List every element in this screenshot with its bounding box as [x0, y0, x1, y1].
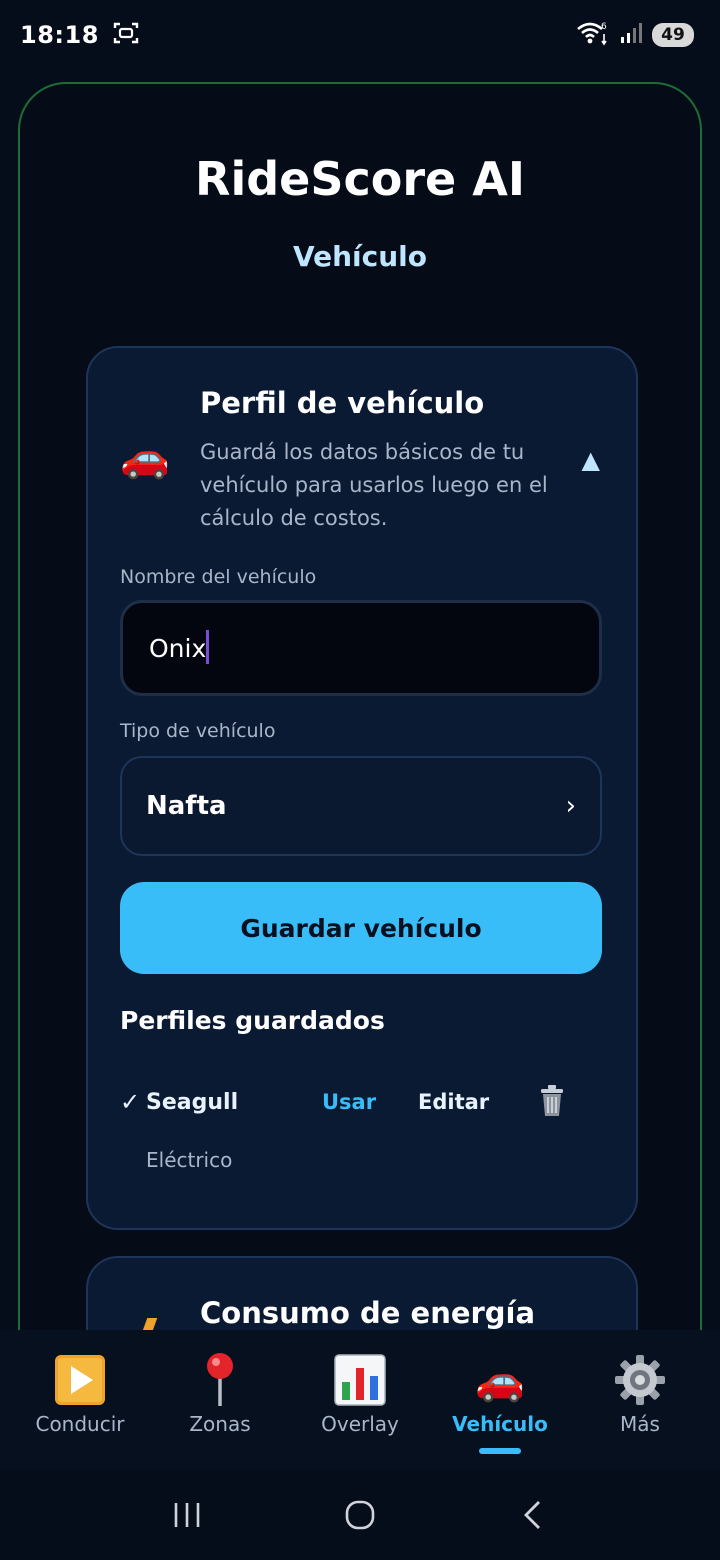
vehicle-name-input[interactable]	[120, 600, 602, 696]
active-tab-indicator	[479, 1448, 521, 1454]
nav-item-overlay[interactable]: Overlay	[290, 1352, 430, 1436]
status-bar: 18:18 6 49	[0, 0, 720, 70]
card-description: Guardá los datos básicos de tu vehículo …	[200, 440, 548, 530]
collapse-arrow-icon[interactable]: ▲	[582, 446, 600, 474]
chart-icon	[334, 1352, 386, 1408]
vehicle-card-header[interactable]: 🚗 Perfil de vehículo Guardá los datos bá…	[88, 348, 636, 548]
vehicle-name-label: Nombre del vehículo	[120, 566, 317, 588]
nav-label: Overlay	[321, 1412, 399, 1436]
vehicle-type-select[interactable]: Nafta ›	[120, 756, 602, 856]
saved-profiles-title: Perfiles guardados	[120, 1006, 385, 1035]
main-frame: RideScore AI Vehículo 🚗 Perfil de vehícu…	[18, 82, 702, 1382]
vehicle-type-value: Nafta	[146, 791, 227, 821]
gear-icon	[614, 1352, 666, 1408]
profile-type: Eléctrico	[146, 1148, 233, 1172]
svg-text:6: 6	[601, 22, 607, 32]
battery-indicator: 49	[652, 23, 694, 47]
card-title: Perfil de vehículo	[200, 386, 485, 420]
text-caret	[206, 630, 209, 664]
bottom-nav: Conducir Zonas Overlay 🚗 Vehículo Más	[0, 1330, 720, 1470]
nav-item-conducir[interactable]: Conducir	[10, 1352, 150, 1436]
car-icon: 🚗	[475, 1357, 525, 1404]
car-icon: 🚗	[120, 435, 170, 481]
check-icon: ✓	[120, 1088, 141, 1116]
pin-icon	[203, 1352, 237, 1408]
list-item: ✓ Seagull Usar Editar	[120, 1085, 602, 1148]
page-subtitle: Vehículo	[292, 240, 428, 273]
nav-label: Vehículo	[452, 1412, 548, 1436]
nav-item-zonas[interactable]: Zonas	[150, 1352, 290, 1436]
card-title: Consumo de energía	[200, 1296, 536, 1330]
save-vehicle-button[interactable]: Guardar vehículo	[120, 882, 602, 974]
trash-icon[interactable]	[538, 1084, 566, 1118]
wifi-icon: 6	[576, 20, 610, 50]
vehicle-type-label: Tipo de vehículo	[120, 720, 276, 742]
vehicle-profile-card: 🚗 Perfil de vehículo Guardá los datos bá…	[86, 346, 638, 1230]
clock: 18:18	[20, 21, 99, 49]
play-icon	[54, 1352, 106, 1408]
system-nav-bar	[0, 1470, 720, 1560]
signal-icon	[620, 22, 642, 48]
use-profile-button[interactable]: Usar	[322, 1090, 376, 1114]
chevron-right-icon: ›	[565, 791, 576, 821]
nav-label: Zonas	[189, 1412, 251, 1436]
screenshot-icon	[113, 21, 139, 49]
recent-apps-button[interactable]	[147, 1485, 227, 1545]
nav-item-mas[interactable]: Más	[570, 1352, 710, 1436]
nav-label: Más	[620, 1412, 660, 1436]
app-title: RideScore AI	[195, 152, 525, 206]
nav-item-vehiculo[interactable]: 🚗 Vehículo	[430, 1352, 570, 1454]
profile-name: Seagull	[146, 1090, 239, 1115]
edit-profile-button[interactable]: Editar	[418, 1090, 489, 1114]
back-button[interactable]	[493, 1485, 573, 1545]
home-button[interactable]	[320, 1485, 400, 1545]
nav-label: Conducir	[35, 1412, 125, 1436]
